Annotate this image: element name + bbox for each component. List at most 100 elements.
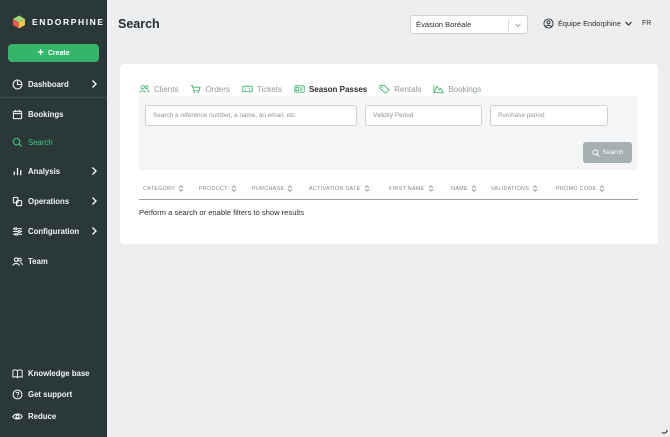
sidebar-item-dashboard[interactable]: Dashboard [0, 73, 107, 95]
language-switch[interactable]: FR [642, 20, 651, 27]
create-button[interactable]: + Create [8, 44, 99, 62]
sidebar-item-label: Bookings [28, 109, 64, 119]
sidebar-item-label: Operations [28, 196, 70, 206]
sidebar-item-label: Analysis [28, 166, 61, 176]
footer-label: Reduce [28, 411, 57, 421]
sidebar-item-team[interactable]: Team [0, 250, 107, 272]
tag-icon [379, 84, 390, 94]
tab-orders[interactable]: Orders [190, 82, 230, 96]
sort-icon [532, 185, 538, 192]
team-menu[interactable]: Équipe Endorphine [543, 18, 633, 29]
sort-icon [288, 185, 293, 192]
tab-label: Tickets [256, 84, 282, 94]
footer-label: Get support [28, 389, 73, 399]
search-query-input[interactable]: Search a reference number, a name, an em… [145, 105, 357, 126]
sidebar-item-operations[interactable]: Operations [0, 190, 107, 212]
column-label: VALIDATIONS [491, 185, 530, 192]
knowledge-base-link[interactable]: Knowledge base [0, 362, 107, 384]
mountain-icon [433, 85, 445, 94]
tab-bookings[interactable]: Bookings [433, 82, 481, 96]
sort-icon [471, 185, 477, 192]
search-icon [591, 148, 600, 157]
sidebar-item-analysis[interactable]: Analysis [0, 160, 107, 182]
divider [508, 19, 509, 31]
search-button-label: Search [602, 149, 624, 156]
organization-select-value: Évasion Boréale [416, 20, 472, 29]
help-icon [12, 389, 23, 399]
users-icon [139, 85, 150, 93]
tab-rentals[interactable]: Rentals [379, 82, 421, 96]
pie-chart-icon [12, 79, 23, 89]
chevron-right-icon [92, 80, 97, 88]
sliders-icon [12, 226, 23, 236]
brand-name: ENDORPHINE [32, 17, 105, 27]
validity-period-input[interactable]: Validity Period [365, 105, 482, 126]
logo[interactable]: ENDORPHINE [12, 15, 105, 29]
column-header-category[interactable]: CATEGORY [143, 185, 184, 192]
sort-icon [178, 185, 184, 192]
ticket-icon [242, 85, 253, 93]
sidebar-item-configuration[interactable]: Configuration [0, 220, 107, 242]
tab-clients[interactable]: Clients [139, 82, 178, 96]
column-header-product[interactable]: PRODUCT [199, 185, 237, 192]
sidebar-item-label: Team [28, 256, 48, 266]
reduce-sidebar-button[interactable]: Reduce [0, 405, 107, 427]
operations-icon [12, 196, 23, 206]
footer-label: Knowledge base [28, 368, 90, 378]
search-icon [12, 137, 23, 147]
sidebar-item-search[interactable]: Search [0, 131, 107, 153]
tab-tickets[interactable]: Tickets [242, 82, 282, 96]
tab-season-passes[interactable]: Season Passes [293, 82, 368, 99]
sidebar-item-bookings[interactable]: Bookings [0, 103, 107, 125]
tab-label: Season Passes [308, 84, 368, 94]
tab-label: Bookings [448, 84, 482, 94]
get-support-link[interactable]: Get support [0, 383, 107, 405]
column-label: PRODUCT [199, 185, 228, 192]
organization-select[interactable]: Évasion Boréale [410, 15, 528, 34]
tab-label: Rentals [394, 84, 422, 94]
chevron-right-icon [92, 167, 97, 175]
divider [0, 97, 107, 98]
column-label: PURCHASE [252, 185, 285, 192]
sort-icon [231, 185, 237, 192]
column-label: ACTIVATION DATE [309, 185, 361, 192]
column-label: NAME [451, 185, 468, 192]
column-header-first-name[interactable]: FIRST NAME [389, 185, 434, 192]
pass-icon [294, 85, 305, 93]
page-title: Search [118, 17, 160, 31]
chevron-right-icon [92, 197, 97, 205]
search-button[interactable]: Search [583, 142, 632, 163]
users-icon [12, 256, 23, 266]
cart-icon [191, 84, 202, 94]
results-table-header: CATEGORY PRODUCT PURCHASE ACTIVATION DAT… [139, 180, 638, 200]
column-label: CATEGORY [143, 185, 176, 192]
sidebar-item-label: Search [28, 137, 53, 147]
create-label: Create [47, 49, 70, 57]
sidebar-item-label: Configuration [28, 226, 80, 236]
purchase-period-input[interactable]: Purchase period [490, 105, 608, 126]
chevron-right-icon [92, 227, 97, 235]
user-circle-icon [543, 18, 554, 29]
loading-spinner-icon [661, 429, 668, 434]
column-header-promo-code[interactable]: PROMO CODE [556, 185, 605, 192]
tab-label: Orders [205, 84, 230, 94]
book-icon [12, 368, 23, 378]
chevron-down-icon [624, 21, 632, 26]
sidebar: ENDORPHINE + Create Dashboard Bookings S… [0, 0, 107, 437]
sort-icon [364, 185, 369, 192]
bar-chart-icon [13, 167, 22, 175]
chevron-down-icon [515, 23, 521, 28]
column-header-activation-date[interactable]: ACTIVATION DATE [309, 185, 370, 192]
logo-icon [13, 15, 25, 29]
empty-results-message: Perform a search or enable filters to sh… [139, 208, 305, 217]
column-header-purchase[interactable]: PURCHASE [252, 185, 293, 192]
column-header-name[interactable]: NAME [451, 185, 477, 192]
tab-label: Clients [154, 84, 179, 94]
calendar-icon [12, 109, 23, 119]
plus-icon: + [37, 46, 44, 59]
team-name: Équipe Endorphine [558, 19, 621, 28]
search-tabs: Clients Orders Tickets Season Passes Ren… [139, 82, 493, 99]
eye-icon [12, 412, 23, 420]
column-header-validations[interactable]: VALIDATIONS [491, 185, 538, 192]
sidebar-item-label: Dashboard [28, 79, 69, 89]
